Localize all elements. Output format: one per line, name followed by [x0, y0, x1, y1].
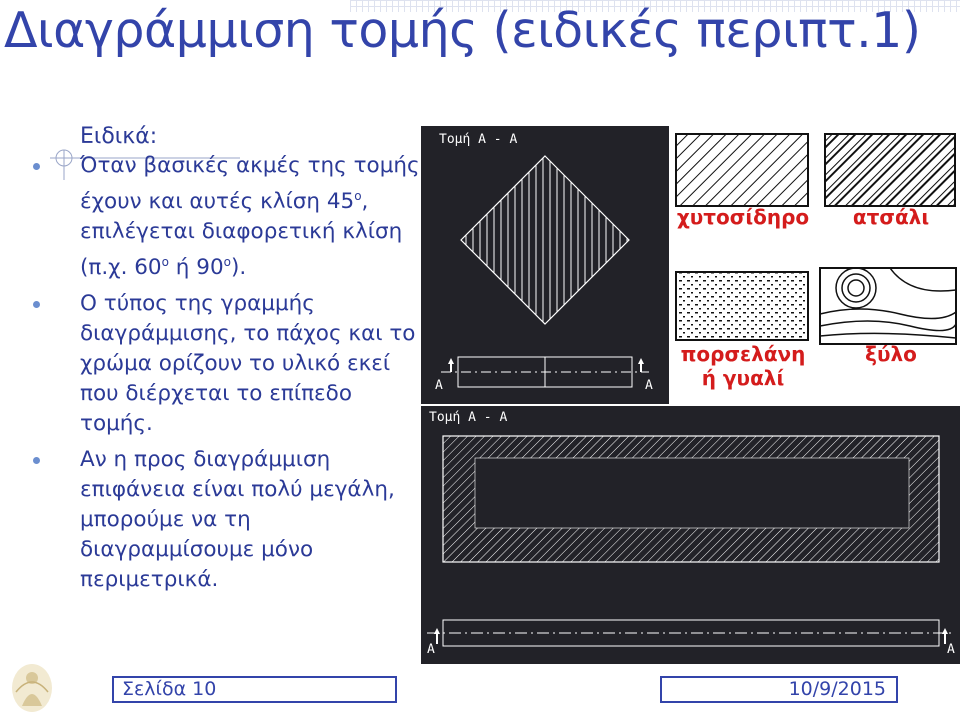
bullet-dot — [33, 457, 40, 464]
cut-letter-right: Α — [645, 378, 653, 393]
bullet-text: Ο τύπος της γραμμής διαγράμμισης, το πάχ… — [80, 291, 416, 436]
perimeter-section-drawing: Τομή Α - Α Α Α — [421, 406, 960, 664]
footer-date: 10/9/2015 — [660, 676, 898, 703]
steel-hatch — [824, 133, 956, 207]
intro-label: Ειδικά: — [80, 124, 158, 149]
label-porcelain-line1: πορσελάνη — [680, 342, 806, 366]
bullet-2: Ο τύπος της γραμμής διαγράμμισης, το πάχ… — [33, 289, 421, 439]
bullet-dot — [33, 301, 40, 308]
bullet-text: ή 90 — [168, 255, 224, 280]
bullet-text: Όταν βασικές ακμές της τομής έχουν και α… — [80, 153, 420, 214]
diamond-section-drawing: Τομή Α - Α Α Α — [421, 126, 669, 404]
degree-sup: ο — [161, 255, 169, 269]
bullet-1: Όταν βασικές ακμές της τομής έχουν και α… — [33, 151, 421, 283]
bullet-text: Αν η προς διαγράμμιση επιφάνεια είναι πο… — [80, 447, 395, 592]
label-porcelain: πορσελάνη ή γυαλί — [672, 342, 814, 390]
degree-sup: ο — [223, 255, 231, 269]
label-cast-iron: χυτοσίδηρο — [676, 205, 810, 229]
wood-hatch — [819, 267, 957, 345]
perimeter-svg — [427, 435, 955, 647]
cut-letter-left: Α — [427, 642, 435, 657]
cast-iron-hatch — [675, 133, 809, 207]
bullet-dot — [33, 163, 40, 170]
degree-sup: ο — [354, 189, 362, 203]
cut-letter-left: Α — [435, 378, 443, 393]
footer-page-number: Σελίδα 10 — [112, 676, 397, 703]
label-porcelain-line2: ή γυαλί — [701, 366, 785, 390]
label-wood: ξύλο — [865, 342, 917, 366]
slide-body: Ειδικά: Όταν βασικές ακμές της τομής έχο… — [33, 124, 421, 601]
label-steel: ατσάλι — [852, 205, 930, 229]
bullet-3: Αν η προς διαγράμμιση επιφάνεια είναι πο… — [33, 445, 421, 595]
porcelain-hatch — [675, 271, 809, 341]
diamond-svg — [441, 155, 649, 388]
university-crest-icon — [12, 664, 52, 712]
cut-letter-right: Α — [947, 642, 955, 657]
bullet-text: ). — [230, 255, 247, 280]
